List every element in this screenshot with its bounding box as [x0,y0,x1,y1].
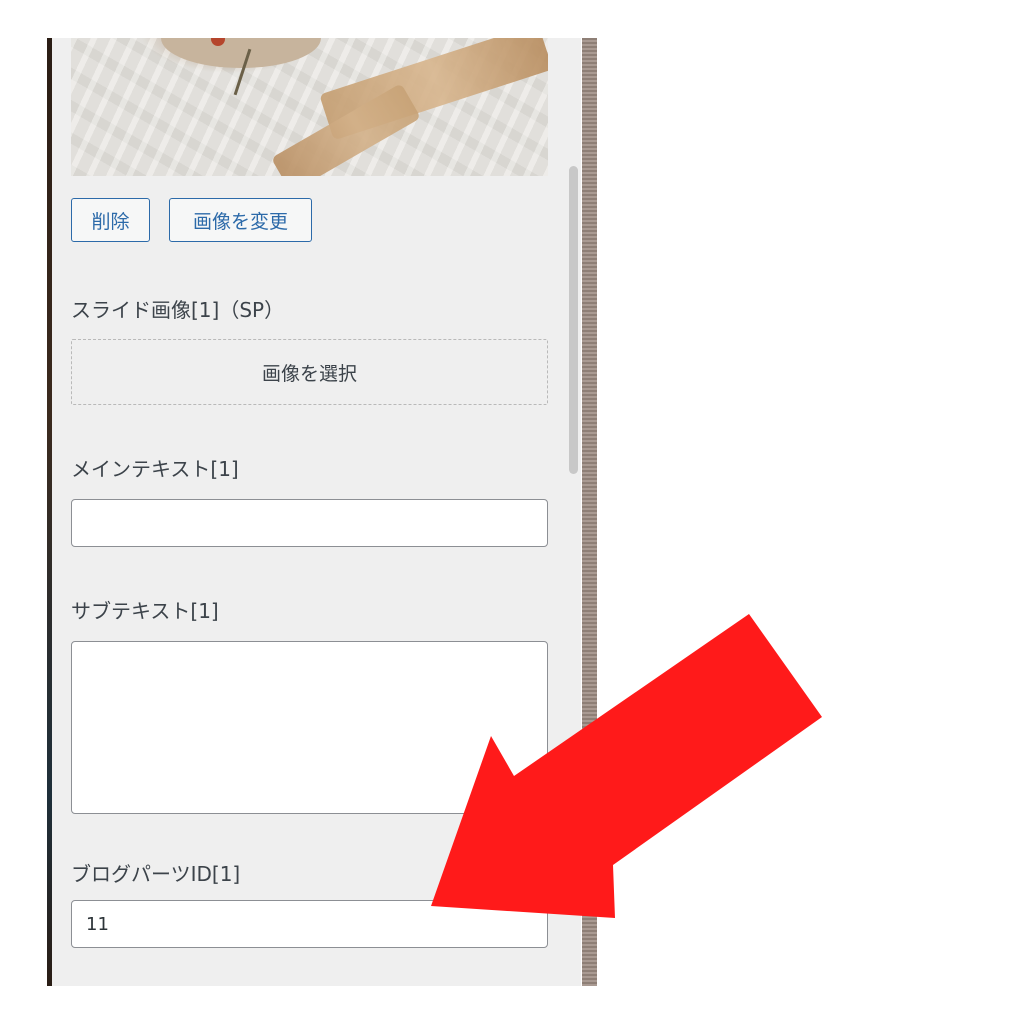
change-image-button[interactable]: 画像を変更 [169,198,312,242]
customizer-panel: 削除 画像を変更 スライド画像[1]（SP） 画像を選択 メインテキスト[1] … [52,38,566,986]
right-edge-strip [582,38,597,986]
scrollbar-track[interactable] [566,38,581,986]
blog-parts-id-label: ブログパーツID[1] [71,862,241,886]
sub-text-textarea[interactable] [71,641,548,814]
delete-image-button[interactable]: 削除 [71,198,150,242]
main-text-label: メインテキスト[1] [71,457,239,481]
blog-parts-id-input[interactable]: 11 [71,900,548,948]
sp-image-label: スライド画像[1]（SP） [71,298,285,322]
slide-image-preview [71,38,548,176]
sub-text-label: サブテキスト[1] [71,599,219,623]
scrollbar-thumb[interactable] [569,166,578,474]
main-text-input[interactable] [71,499,548,547]
select-image-button[interactable]: 画像を選択 [71,339,548,405]
